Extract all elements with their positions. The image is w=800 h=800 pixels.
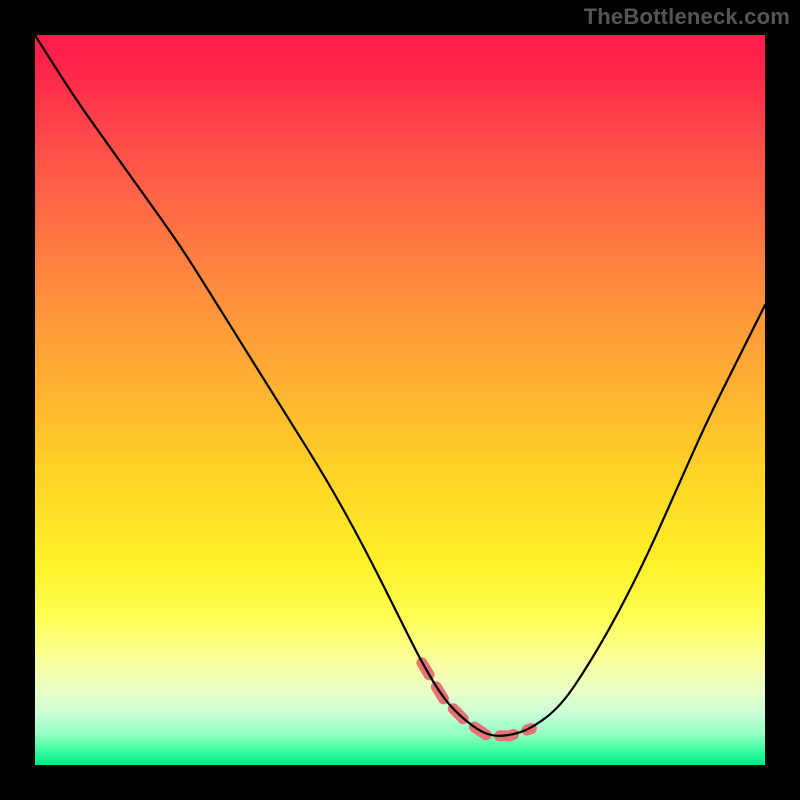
- curve-svg: [35, 35, 765, 765]
- chart-container: TheBottleneck.com: [0, 0, 800, 800]
- bottleneck-curve: [35, 35, 765, 736]
- optimal-range-highlight: [422, 663, 532, 736]
- watermark-text: TheBottleneck.com: [584, 4, 790, 30]
- plot-area: [35, 35, 765, 765]
